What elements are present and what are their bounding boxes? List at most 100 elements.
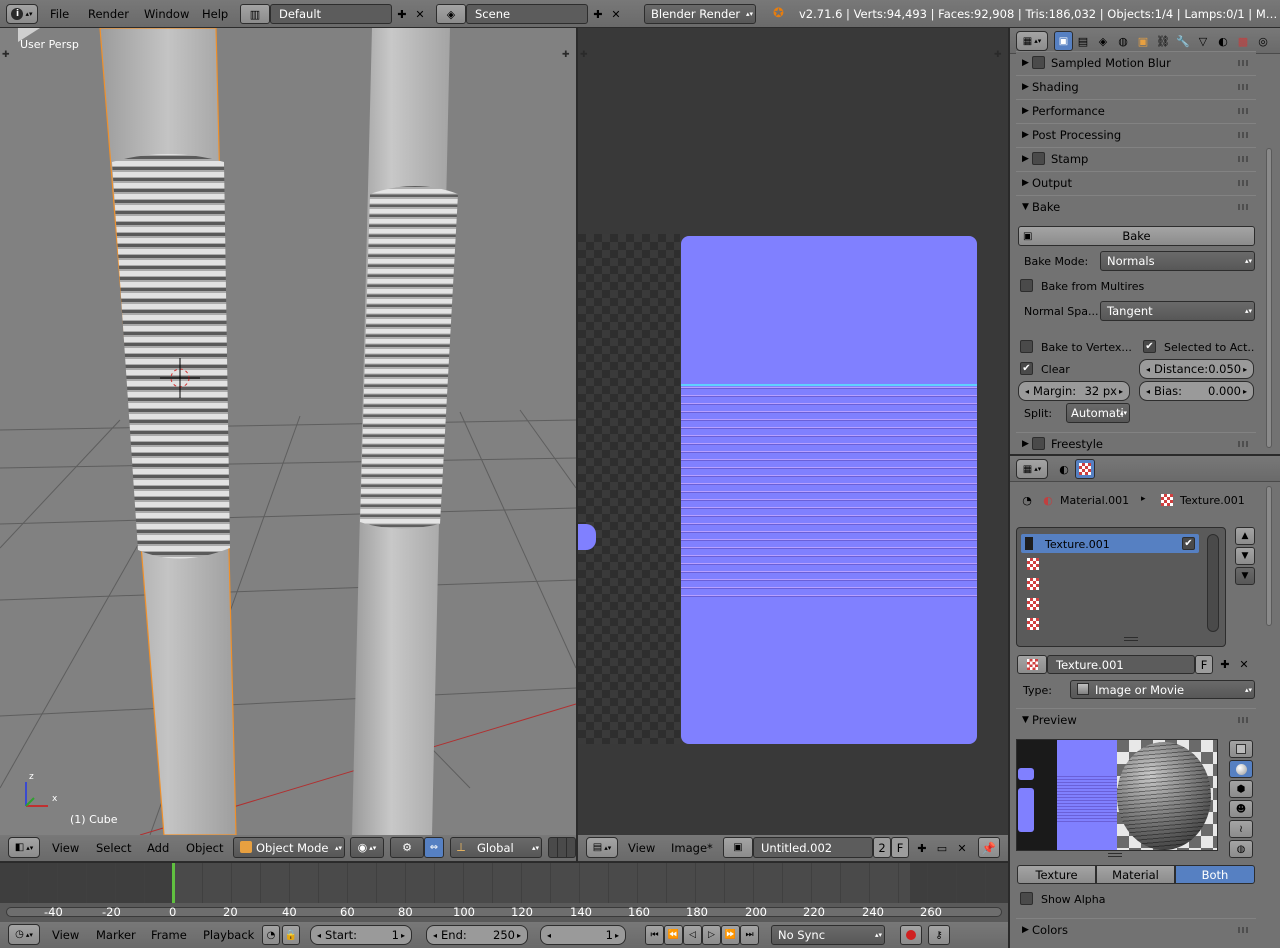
panel-freestyle[interactable]: ▶ Freestyle: [1016, 432, 1256, 454]
drag-grip-icon[interactable]: [1238, 155, 1250, 162]
panel-enable-checkbox[interactable]: [1032, 56, 1045, 69]
jump-end-button[interactable]: ⏭: [740, 925, 759, 945]
menu-render[interactable]: Render: [88, 0, 129, 27]
keying-set-button[interactable]: ⚷: [928, 925, 950, 945]
move-slot-down-button[interactable]: ▼: [1235, 547, 1255, 565]
area-split-plus-icon[interactable]: ✚: [994, 50, 1002, 60]
transform-orientation-dropdown[interactable]: ⟂ Global: [450, 837, 542, 858]
panel-preview[interactable]: ▼ Preview: [1016, 708, 1256, 730]
menu-help[interactable]: Help: [202, 0, 228, 27]
properties-scrollbar[interactable]: [1266, 148, 1272, 448]
empty-slot-checker-icon[interactable]: [1027, 618, 1039, 630]
scene-browse-button[interactable]: ◈: [436, 4, 466, 24]
pivot-point-button[interactable]: ⚙: [390, 837, 424, 858]
panel-shading[interactable]: ▶ Shading: [1016, 75, 1256, 97]
drag-grip-icon[interactable]: [1238, 131, 1250, 138]
preview-tab-both[interactable]: Both: [1175, 865, 1255, 884]
panel-bake[interactable]: ▼ Bake: [1016, 195, 1256, 217]
image-editor[interactable]: ✚ ✚: [578, 28, 1008, 835]
image-users-count[interactable]: 2: [873, 837, 891, 858]
context-render-tab[interactable]: ▣: [1054, 31, 1073, 51]
lock-range-button[interactable]: 🔒: [282, 925, 300, 945]
bake-button[interactable]: ▣ Bake: [1018, 226, 1255, 246]
drag-grip-icon[interactable]: [1238, 203, 1250, 210]
panel-enable-checkbox[interactable]: [1032, 152, 1045, 165]
manipulator-toggle-button[interactable]: ⇔: [424, 837, 444, 858]
bake-from-multires-checkbox[interactable]: [1020, 279, 1033, 292]
image-browse-button[interactable]: ▣: [723, 837, 753, 858]
preview-monkey-button[interactable]: ☻: [1229, 800, 1253, 818]
selected-to-active-checkbox[interactable]: ✔: [1143, 340, 1156, 353]
empty-slot-checker-icon[interactable]: [1027, 558, 1039, 570]
drag-grip-icon[interactable]: [1238, 107, 1250, 114]
preview-hair-button[interactable]: ≀: [1229, 820, 1253, 838]
unlink-texture-icon[interactable]: ✕: [1235, 655, 1253, 673]
preview-world-button[interactable]: ◍: [1229, 840, 1253, 858]
prev-keyframe-button[interactable]: ⏪: [664, 925, 683, 945]
jump-start-button[interactable]: ⏮: [645, 925, 664, 945]
texture-type-dropdown[interactable]: Image or Movie: [1070, 680, 1255, 699]
slot-specials-button[interactable]: ▼: [1235, 567, 1255, 585]
start-frame-field[interactable]: ◂ Start: 1 ▸: [310, 925, 412, 945]
menu-frame[interactable]: Frame: [151, 922, 187, 948]
area-split-plus-icon[interactable]: ✚: [580, 50, 588, 60]
add-scene-icon[interactable]: ✚: [589, 5, 607, 23]
normal-space-dropdown[interactable]: Tangent: [1100, 301, 1255, 321]
menu-window[interactable]: Window: [144, 0, 189, 27]
world-icon[interactable]: ◍: [1114, 32, 1132, 50]
panel-sampled-motion-blur[interactable]: ▶ Sampled Motion Blur: [1016, 51, 1256, 73]
next-keyframe-button[interactable]: ⏩: [721, 925, 740, 945]
preview-tab-material[interactable]: Material: [1096, 865, 1175, 884]
preview-resize-grip-icon[interactable]: [1108, 853, 1122, 857]
new-image-icon[interactable]: ✚: [913, 839, 931, 857]
texture-properties-scrollbar[interactable]: [1266, 486, 1272, 626]
preview-plane-button[interactable]: [1229, 740, 1253, 758]
drag-grip-icon[interactable]: [1238, 716, 1250, 723]
menu-object[interactable]: Object: [186, 835, 223, 861]
texture-browse-button[interactable]: [1017, 655, 1047, 674]
material-icon[interactable]: ◐: [1214, 32, 1232, 50]
menu-marker[interactable]: Marker: [96, 922, 136, 948]
preview-sphere-button[interactable]: [1229, 760, 1253, 778]
editor-type-properties-button[interactable]: ▦ ▴▾: [1016, 31, 1048, 51]
play-button[interactable]: ▷: [702, 925, 721, 945]
image-name-field[interactable]: Untitled.002: [753, 837, 873, 858]
menu-image[interactable]: Image*: [671, 835, 713, 861]
texture-context-tab[interactable]: [1075, 459, 1095, 479]
preview-range-button[interactable]: ◔: [262, 925, 280, 945]
list-scrollbar[interactable]: [1207, 534, 1219, 632]
physics-icon[interactable]: ◎: [1254, 32, 1272, 50]
move-slot-up-button[interactable]: ▲: [1235, 527, 1255, 545]
distance-field[interactable]: ◂ Distance: 0.050 ▸: [1139, 359, 1254, 379]
panel-performance[interactable]: ▶ Performance: [1016, 99, 1256, 121]
object-icon[interactable]: ▣: [1134, 32, 1152, 50]
editor-type-3d-button[interactable]: ◧ ▴▾: [8, 837, 40, 858]
timeline-scrollbar[interactable]: [6, 907, 1002, 917]
bias-field[interactable]: ◂ Bias: 0.000 ▸: [1139, 381, 1254, 401]
scene-tab-icon[interactable]: ◈: [1094, 32, 1112, 50]
split-dropdown[interactable]: Automati: [1066, 403, 1130, 423]
add-layout-icon[interactable]: ✚: [393, 5, 411, 23]
remove-layout-icon[interactable]: ✕: [411, 5, 429, 23]
unlink-image-icon[interactable]: ✕: [953, 839, 971, 857]
viewport-3d[interactable]: User Persp (1) Cube z x ✚ ✚: [0, 28, 576, 835]
fake-user-button[interactable]: F: [891, 837, 909, 858]
texture-slot-enable-checkbox[interactable]: ✔: [1182, 537, 1195, 550]
empty-slot-checker-icon[interactable]: [1027, 598, 1039, 610]
drag-grip-icon[interactable]: [1238, 440, 1250, 447]
panel-post-processing[interactable]: ▶ Post Processing: [1016, 123, 1256, 145]
drag-grip-icon[interactable]: [1238, 83, 1250, 90]
play-reverse-button[interactable]: ◁: [683, 925, 702, 945]
scene-field[interactable]: Scene: [466, 4, 588, 24]
menu-file[interactable]: File: [50, 0, 69, 27]
bake-to-vertex-checkbox[interactable]: [1020, 340, 1033, 353]
area-split-plus-icon[interactable]: ✚: [562, 50, 570, 60]
margin-field[interactable]: ◂ Margin: 32 px ▸: [1018, 381, 1130, 401]
drag-grip-icon[interactable]: [1238, 179, 1250, 186]
pin-context-icon[interactable]: ◔: [1018, 491, 1036, 509]
panel-stamp[interactable]: ▶ Stamp: [1016, 147, 1256, 169]
menu-view[interactable]: View: [52, 922, 79, 948]
menu-select[interactable]: Select: [96, 835, 131, 861]
preview-cube-button[interactable]: ⬢: [1229, 780, 1253, 798]
editor-type-info-button[interactable]: i ▴▾: [6, 4, 38, 24]
